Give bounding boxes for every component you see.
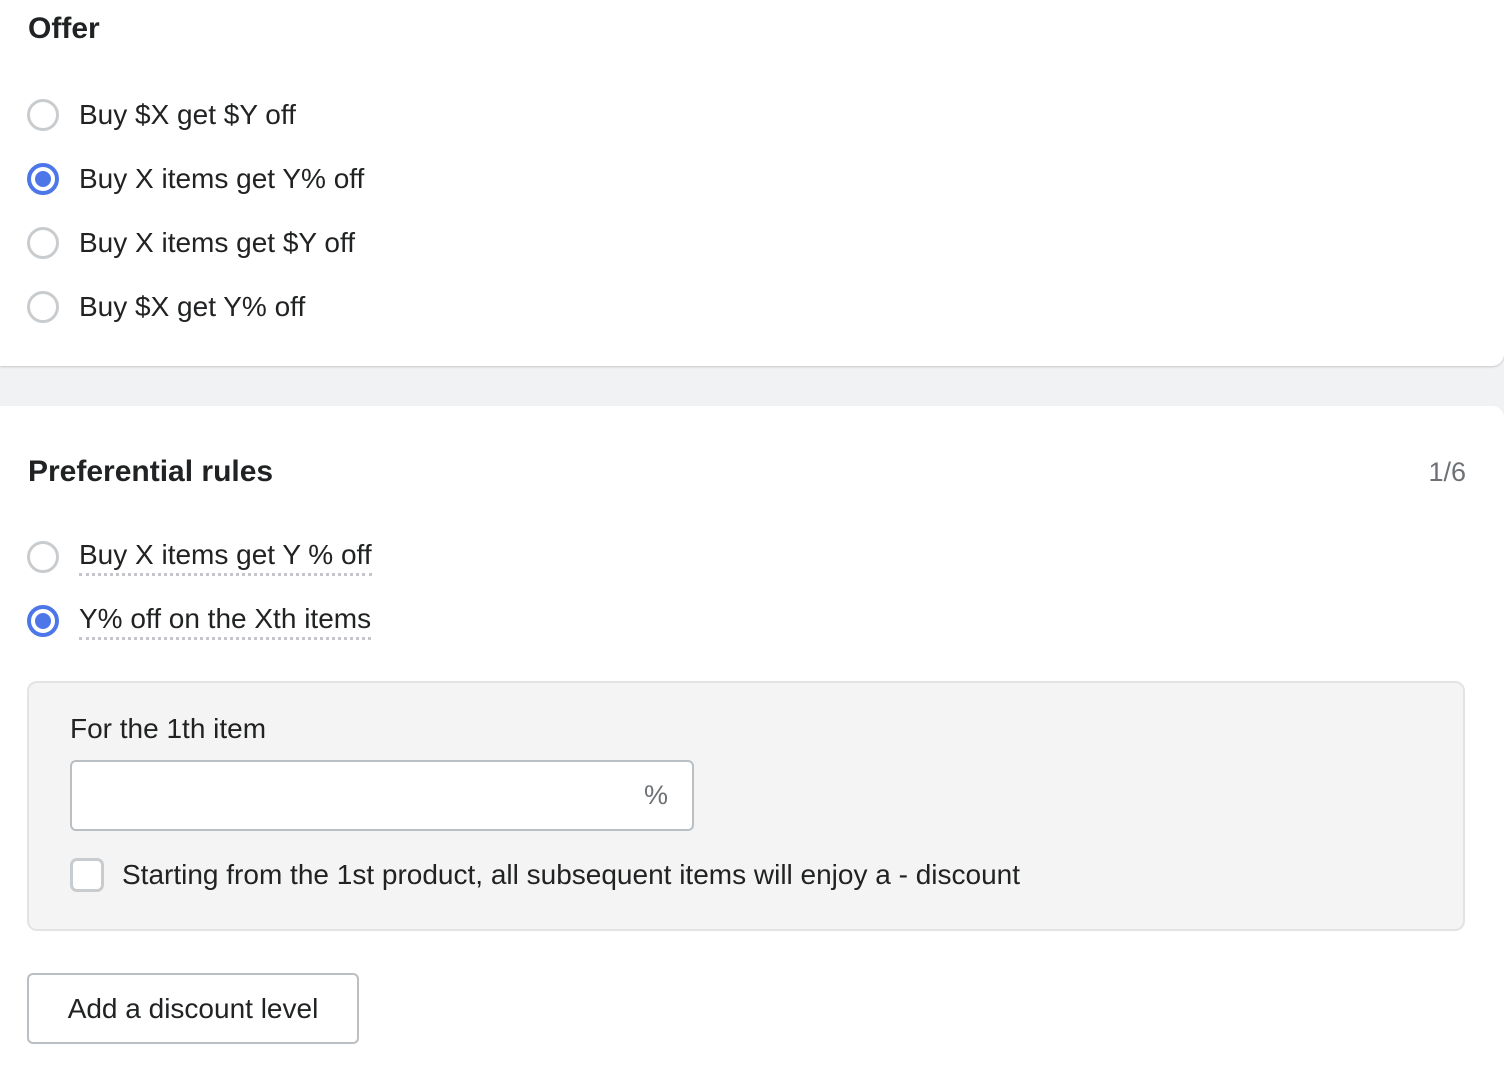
discount-level-panel: For the 1th item % Starting from the 1st… bbox=[27, 681, 1465, 931]
radio-button[interactable] bbox=[27, 541, 59, 573]
radio-button[interactable] bbox=[27, 99, 59, 131]
checkbox-label: Starting from the 1st product, all subse… bbox=[122, 859, 1020, 890]
radio-button[interactable] bbox=[27, 227, 59, 259]
rules-counter: 1/6 bbox=[1428, 457, 1466, 487]
offer-option-buy-x-dollars-get-y-dollars[interactable]: Buy $X get $Y off bbox=[27, 95, 296, 135]
radio-label: Y% off on the Xth items bbox=[79, 603, 372, 640]
offer-option-buy-x-items-get-y-dollars[interactable]: Buy X items get $Y off bbox=[27, 223, 355, 263]
percent-suffix: % bbox=[643, 780, 668, 810]
radio-label: Buy X items get Y% off bbox=[79, 163, 365, 194]
offer-option-buy-x-items-get-y-percent[interactable]: Buy X items get Y% off bbox=[27, 159, 364, 199]
radio-button[interactable] bbox=[27, 291, 59, 323]
radio-label: Buy $X get Y% off bbox=[79, 291, 306, 322]
preferential-rules-title: Preferential rules bbox=[28, 455, 274, 488]
offer-card: Offer Buy $X get $Y off Buy X items get … bbox=[0, 0, 1504, 366]
radio-label: Buy $X get $Y off bbox=[79, 99, 296, 130]
rule-option-buy-x-items-get-y-percent[interactable]: Buy X items get Y % off bbox=[27, 537, 372, 577]
discount-percent-field[interactable]: % bbox=[70, 760, 694, 831]
radio-label: Buy X items get $Y off bbox=[79, 227, 356, 258]
radio-button-selected[interactable] bbox=[27, 605, 59, 637]
rule-option-y-percent-off-xth-items[interactable]: Y% off on the Xth items bbox=[27, 601, 372, 641]
subsequent-items-checkbox[interactable] bbox=[70, 858, 104, 892]
radio-label: Buy X items get Y % off bbox=[79, 539, 372, 576]
radio-button-selected[interactable] bbox=[27, 163, 59, 195]
discount-level-label: For the 1th item bbox=[70, 713, 267, 744]
subsequent-items-checkbox-row[interactable]: Starting from the 1st product, all subse… bbox=[70, 858, 1020, 892]
offer-title: Offer bbox=[28, 12, 100, 45]
add-discount-level-button[interactable]: Add a discount level bbox=[27, 973, 359, 1044]
offer-option-buy-x-dollars-get-y-percent[interactable]: Buy $X get Y% off bbox=[27, 287, 305, 327]
discount-percent-input[interactable] bbox=[72, 762, 644, 829]
